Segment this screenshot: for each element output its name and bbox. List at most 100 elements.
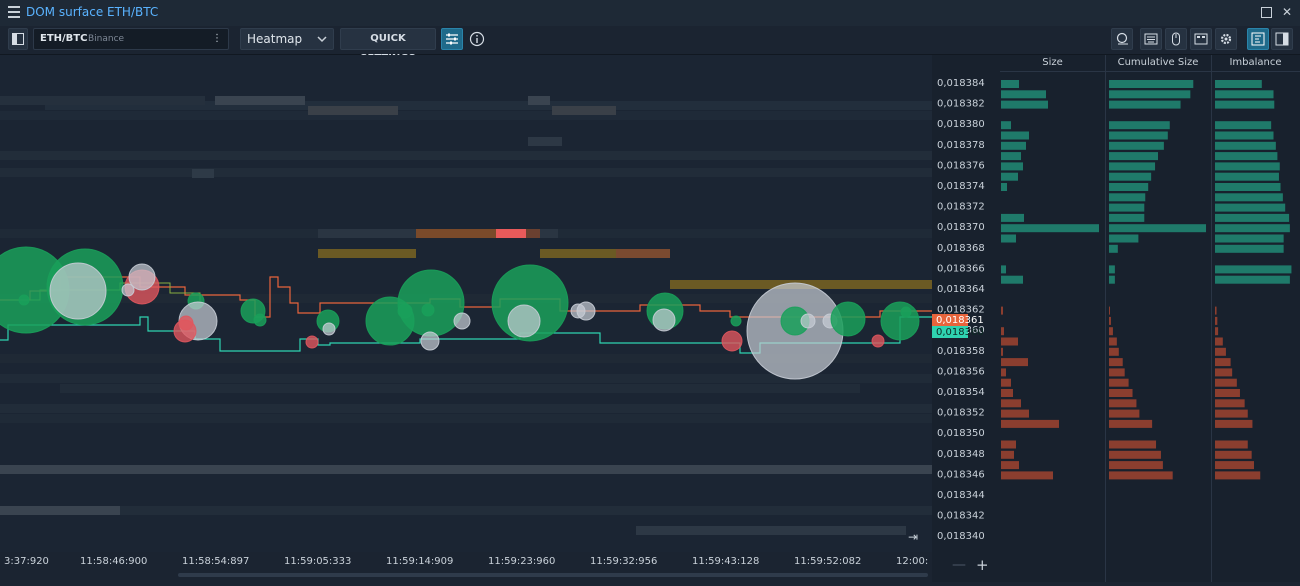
imbalance-bar (1215, 450, 1252, 459)
close-icon[interactable]: ✕ (1281, 6, 1293, 18)
heatmap-svg[interactable]: 0,018384 0,018382 0,018380 0,018378 0,018376… (0, 55, 1000, 582)
info-icon[interactable] (466, 28, 488, 50)
quick-settings-button[interactable]: QUICK SETTINGS (340, 28, 436, 64)
size-bar (1001, 471, 1053, 480)
imbalance-bar (1215, 80, 1262, 88)
more-vertical-icon[interactable]: ⋮ (212, 29, 222, 49)
trade-bubble-buy[interactable] (18, 294, 30, 306)
imbalance-bar (1215, 471, 1261, 480)
imbalance-bar (1215, 224, 1290, 233)
trade-bubble-neutral[interactable] (453, 312, 471, 330)
trade-bubble-buy[interactable] (421, 303, 435, 317)
heatmap-cell (192, 169, 214, 178)
heatmap-cell (0, 96, 205, 105)
trade-bubble-neutral[interactable] (507, 304, 541, 338)
price-tick-label: 0,018372 (937, 202, 985, 213)
view-mode-dropdown[interactable]: Heatmap (240, 28, 334, 50)
hamburger-menu-icon[interactable] (8, 6, 20, 18)
filter-settings-icon[interactable] (441, 28, 463, 50)
scroll-to-end-icon[interactable]: ⇥ (908, 530, 918, 544)
heatmap-chart[interactable]: 0,018384 0,018382 0,018380 0,018378 0,018376… (0, 55, 1000, 582)
layout-template-icon[interactable] (1190, 28, 1212, 50)
cumulative-size-bar (1109, 234, 1139, 243)
price-tick-label: 0,018378 (937, 140, 985, 151)
zoom-in-icon[interactable]: + (976, 556, 989, 574)
cumulative-size-bar (1109, 152, 1158, 161)
trade-bubble-neutral[interactable] (322, 322, 336, 336)
dom-panel: Size Cumulative Size Imbalance (1000, 55, 1300, 582)
heatmap-cell (616, 249, 670, 258)
heatmap-cell (215, 96, 305, 105)
imbalance-bar (1215, 419, 1253, 428)
time-tick-label: 11:58:46:900 (80, 556, 147, 567)
time-tick-label: 11:58:54:897 (182, 556, 249, 567)
trade-bubble-neutral[interactable] (420, 331, 440, 351)
cumulative-size-bar (1109, 450, 1161, 459)
trade-bubble-buy[interactable] (397, 269, 465, 337)
size-bar (1001, 275, 1023, 284)
horizontal-scrollbar[interactable] (178, 573, 928, 577)
imbalance-bar (1215, 244, 1284, 253)
gear-icon[interactable] (1215, 28, 1237, 50)
price-tick-label: 0,018370 (937, 222, 985, 233)
price-tick-label: 0,018362 (937, 305, 985, 316)
trade-bubble-buy[interactable] (253, 313, 267, 327)
price-tick-label: 0,018366 (937, 263, 985, 274)
imbalance-bar (1215, 172, 1279, 181)
trade-bubble-sell[interactable] (178, 315, 194, 331)
right-panel-icon[interactable] (1271, 28, 1293, 50)
imbalance-bar (1215, 131, 1274, 140)
sidebar-toggle-icon[interactable] (8, 28, 28, 50)
keyboard-icon[interactable] (1140, 28, 1162, 50)
imbalance-bar (1215, 440, 1248, 449)
trade-bubble-sell[interactable] (305, 335, 319, 349)
cumulative-size-bar (1109, 440, 1157, 449)
size-bar (1001, 399, 1021, 408)
left-panel-icon[interactable] (1247, 28, 1269, 50)
price-tick-label: 0,018342 (937, 511, 985, 522)
imbalance-bar (1215, 183, 1281, 191)
trade-bubble-sell[interactable] (871, 334, 885, 348)
imbalance-bar (1215, 203, 1286, 212)
price-tick-label: 0,018374 (937, 181, 985, 192)
size-bar (1001, 450, 1014, 459)
zoom-search-icon[interactable] (1111, 28, 1133, 50)
cumulative-size-bar (1109, 327, 1113, 336)
trade-bubble-neutral[interactable] (49, 262, 107, 320)
imbalance-bar (1215, 358, 1231, 367)
cumulative-size-bar (1109, 378, 1129, 387)
trade-bubble-neutral[interactable] (652, 308, 676, 332)
size-bar (1001, 409, 1029, 418)
trade-bubble-neutral[interactable] (121, 283, 135, 297)
imbalance-bar (1215, 306, 1217, 315)
trade-bubble-buy[interactable] (730, 315, 742, 327)
time-tick-label: 11:59:52:082 (794, 556, 861, 567)
imbalance-bar (1215, 234, 1284, 243)
trade-bubble-sell[interactable] (721, 330, 743, 352)
cumulative-size-bar (1109, 80, 1194, 88)
cumulative-size-bar (1109, 337, 1117, 346)
symbol-selector[interactable]: ETH/BTC Binance ⋮ (33, 28, 229, 50)
cumulative-size-bar (1109, 409, 1140, 418)
trade-bubble-buy[interactable] (830, 301, 866, 337)
heatmap-cell (0, 465, 932, 474)
heatmap-cell (120, 506, 932, 515)
price-tick-label: 0,018356 (937, 366, 985, 377)
cumulative-size-bar (1109, 224, 1207, 233)
mouse-icon[interactable] (1165, 28, 1187, 50)
heatmap-cell (318, 249, 416, 258)
trade-bubble-buy[interactable] (900, 306, 912, 318)
size-bar (1001, 234, 1016, 243)
maximize-icon[interactable] (1261, 7, 1272, 18)
trade-bubble-buy[interactable] (880, 301, 920, 341)
cumulative-size-bar (1109, 141, 1164, 150)
trade-bubble-neutral[interactable] (800, 313, 816, 329)
size-bar (1001, 152, 1021, 161)
cumulative-size-bar (1109, 306, 1110, 315)
zoom-out-icon[interactable]: — (952, 557, 966, 573)
trade-bubble-neutral[interactable] (576, 301, 596, 321)
time-tick-label: 11:59:43:128 (692, 556, 759, 567)
cumulative-size-bar (1109, 131, 1168, 140)
cumulative-size-bar (1109, 471, 1173, 480)
size-bar (1001, 327, 1004, 336)
